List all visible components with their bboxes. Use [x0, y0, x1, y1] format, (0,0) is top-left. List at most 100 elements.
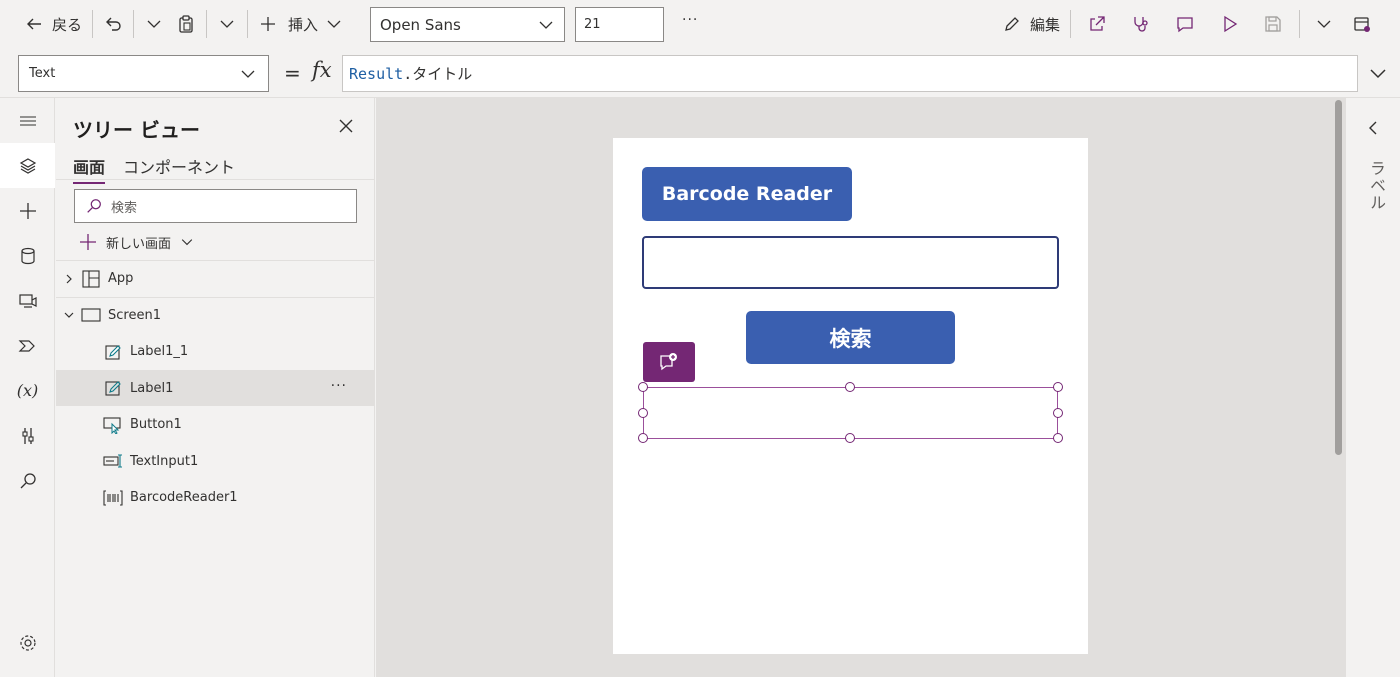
resize-handle[interactable] [845, 382, 855, 392]
tree-item-label: Label1_1 [130, 344, 189, 360]
formula-keyword: Result [349, 64, 404, 83]
edit-button[interactable]: 編集 [996, 8, 1066, 40]
comments-button[interactable] [1163, 8, 1207, 40]
tree-view-button[interactable] [0, 143, 55, 188]
formula-expand-button[interactable] [1368, 63, 1388, 83]
property-dropdown[interactable]: Text [18, 55, 269, 92]
resize-handle[interactable] [638, 408, 648, 418]
gear-icon [19, 634, 36, 651]
menu-button[interactable] [0, 98, 55, 143]
chevron-down-icon [181, 239, 193, 246]
save-dropdown[interactable] [1304, 8, 1344, 40]
search-placeholder: 検索 [111, 200, 138, 216]
resize-handle[interactable] [638, 382, 648, 392]
font-size-input[interactable]: 21 [575, 7, 664, 42]
add-comment-button[interactable] [643, 342, 695, 382]
tree-item-label: App [108, 271, 134, 287]
formula-bar: Text = fx Result .タイトル [0, 48, 1400, 98]
share-button[interactable] [1075, 8, 1119, 40]
tree-item-app[interactable]: App [56, 260, 375, 297]
paste-dropdown[interactable] [211, 8, 243, 40]
edit-label: 編集 [1029, 15, 1060, 34]
chevron-down-icon [147, 20, 161, 28]
chevron-left-icon [1369, 121, 1377, 135]
resize-handle[interactable] [845, 433, 855, 443]
insert-rail-button[interactable] [0, 188, 55, 233]
resize-handle[interactable] [638, 433, 648, 443]
font-size-value: 21 [584, 17, 601, 32]
tree-item-label: TextInput1 [130, 453, 199, 469]
tree-item-label: Button1 [130, 417, 182, 433]
tree-item-label: BarcodeReader1 [130, 490, 238, 506]
media-icon [18, 293, 37, 308]
divider [56, 179, 375, 180]
search-icon [87, 199, 101, 213]
tree-item-label1[interactable]: Label1 ··· [56, 369, 375, 406]
plus-icon [80, 234, 96, 250]
tools-icon [21, 427, 34, 444]
save-icon [1265, 16, 1281, 32]
chevron-down-icon [1370, 69, 1386, 79]
publish-button[interactable] [1344, 8, 1380, 40]
textinput-icon [102, 451, 124, 471]
undo-icon [106, 17, 121, 31]
arrow-left-icon [27, 18, 41, 30]
more-options-button[interactable]: ··· [682, 12, 698, 28]
more-options-button[interactable]: ··· [331, 378, 347, 394]
app-checker-button[interactable] [1119, 8, 1163, 40]
text-input-control[interactable] [642, 236, 1059, 289]
font-family-dropdown[interactable]: Open Sans [370, 7, 565, 42]
chevron-down-icon [220, 20, 234, 28]
undo-button[interactable] [97, 8, 129, 40]
paste-button[interactable] [170, 8, 202, 40]
preview-button[interactable] [1207, 8, 1251, 40]
selected-label-control[interactable] [643, 387, 1058, 439]
insert-button[interactable]: 挿入 [252, 8, 350, 40]
tree-item-textinput1[interactable]: TextInput1 [56, 443, 375, 480]
data-button[interactable] [0, 233, 55, 278]
search-rail-button[interactable] [0, 458, 55, 503]
tree-item-screen1[interactable]: Screen1 [56, 296, 375, 334]
resize-handle[interactable] [1053, 382, 1063, 392]
label-icon [102, 342, 124, 362]
variables-button[interactable]: (x) [0, 368, 55, 413]
tree-item-barcodereader1[interactable]: BarcodeReader1 [56, 479, 375, 516]
tree-item-label: Screen1 [108, 307, 161, 323]
chevron-right-icon[interactable] [58, 273, 80, 285]
save-button[interactable] [1251, 8, 1295, 40]
canvas-scrollbar[interactable] [1335, 100, 1342, 455]
property-value: Text [29, 66, 56, 81]
new-screen-button[interactable]: 新しい画面 [78, 232, 195, 252]
back-label: 戻る [52, 15, 83, 34]
tree-item-button1[interactable]: Button1 [56, 406, 375, 443]
close-tree-button[interactable] [336, 116, 356, 136]
close-icon [339, 119, 353, 133]
undo-dropdown[interactable] [138, 8, 170, 40]
plus-icon [19, 202, 36, 219]
resize-handle[interactable] [1053, 433, 1063, 443]
play-icon [1224, 15, 1238, 33]
power-automate-button[interactable] [0, 323, 55, 368]
search-button[interactable]: 検索 [746, 311, 955, 364]
label-icon [102, 378, 124, 398]
divider [206, 10, 208, 38]
media-button[interactable] [0, 278, 55, 323]
tree-item-label1-1[interactable]: Label1_1 [56, 333, 375, 370]
stethoscope-icon [1134, 17, 1148, 32]
pencil-icon [1005, 17, 1019, 31]
tree-search-input[interactable]: 検索 [74, 189, 357, 223]
barcode-reader-button[interactable]: Barcode Reader [642, 167, 852, 221]
chevron-down-icon[interactable] [58, 309, 80, 321]
tree-item-label: Label1 [130, 380, 174, 396]
back-button[interactable]: 戻る [18, 8, 88, 40]
settings-button[interactable] [0, 620, 55, 665]
resize-handle[interactable] [1053, 408, 1063, 418]
hamburger-icon [19, 115, 36, 126]
button-icon [102, 415, 124, 435]
database-icon [20, 247, 35, 264]
formula-rest: .タイトル [403, 65, 473, 83]
formula-input[interactable]: Result .タイトル [342, 55, 1358, 92]
advanced-tools-button[interactable] [0, 413, 55, 458]
expand-properties-button[interactable] [1365, 120, 1381, 140]
divider [92, 10, 94, 38]
